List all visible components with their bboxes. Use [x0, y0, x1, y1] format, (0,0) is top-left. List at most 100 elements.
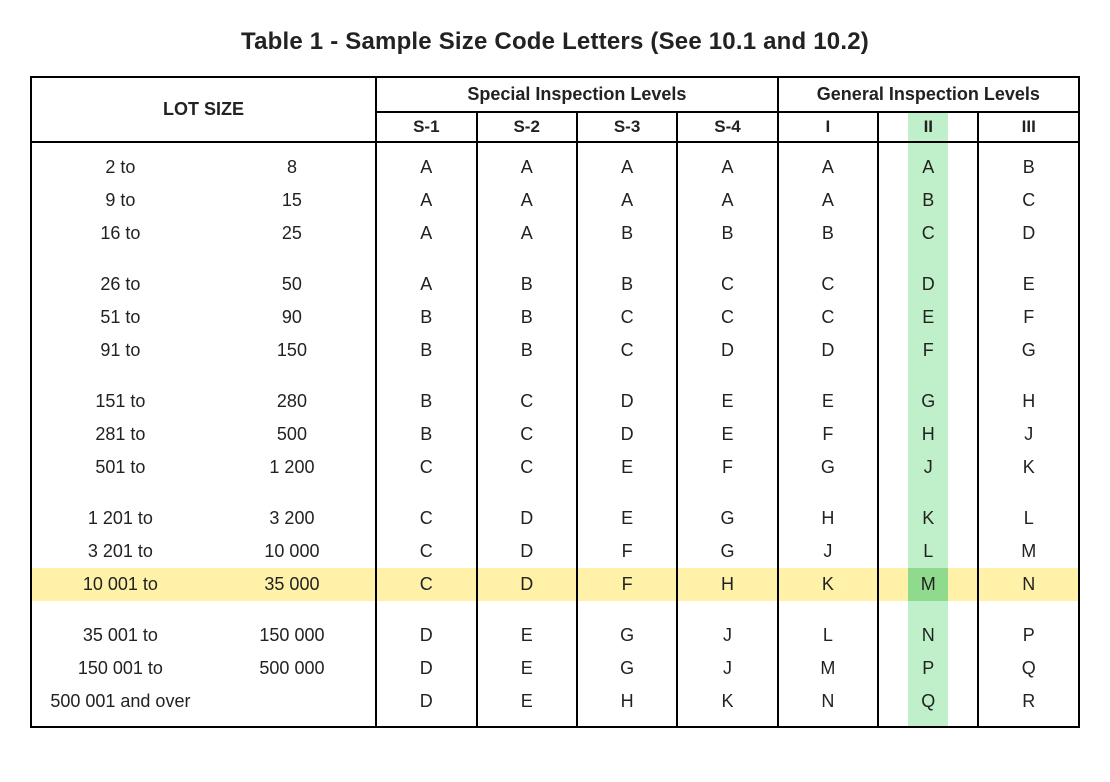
cell-g1: B	[778, 217, 878, 250]
cell-s3: B	[577, 217, 677, 250]
table-row: 26 to50ABBCCDE	[31, 250, 1079, 301]
lot-to: 150	[209, 334, 376, 367]
cell-g3: L	[978, 484, 1079, 535]
lot-from: 1 201 to	[31, 484, 209, 535]
lot-to: 15	[209, 184, 376, 217]
header-special-levels: Special Inspection Levels	[376, 77, 778, 112]
header-col-s2: S-2	[477, 112, 577, 142]
table-title: Table 1 - Sample Size Code Letters (See …	[30, 28, 1080, 56]
cell-g1: A	[778, 184, 878, 217]
cell-g1: H	[778, 484, 878, 535]
cell-s1: A	[376, 142, 476, 184]
lot-to: 3 200	[209, 484, 376, 535]
lot-from: 35 001 to	[31, 601, 209, 652]
header-col-i: I	[778, 112, 878, 142]
cell-s4: J	[677, 652, 777, 685]
cell-g3: M	[978, 535, 1079, 568]
cell-s3: E	[577, 484, 677, 535]
cell-s3: B	[577, 250, 677, 301]
cell-s2: A	[477, 142, 577, 184]
cell-g1: D	[778, 334, 878, 367]
lot-from: 51 to	[31, 301, 209, 334]
cell-g1: C	[778, 301, 878, 334]
lot-from: 501 to	[31, 451, 209, 484]
cell-s1: A	[376, 217, 476, 250]
sample-size-table: LOT SIZE Special Inspection Levels Gener…	[30, 76, 1080, 728]
lot-to: 10 000	[209, 535, 376, 568]
lot-to: 35 000	[209, 568, 376, 601]
cell-s4: C	[677, 250, 777, 301]
cell-g3: E	[978, 250, 1079, 301]
cell-s4: H	[677, 568, 777, 601]
table-row: 501 to1 200CCEFGJK	[31, 451, 1079, 484]
cell-g2: F	[878, 334, 978, 367]
lot-to: 1 200	[209, 451, 376, 484]
lot-to: 500 000	[209, 652, 376, 685]
header-general-levels: General Inspection Levels	[778, 77, 1079, 112]
cell-s4: D	[677, 334, 777, 367]
table-row: 9 to15AAAAABC	[31, 184, 1079, 217]
cell-s1: C	[376, 484, 476, 535]
cell-g3: H	[978, 367, 1079, 418]
table-row: 3 201 to10 000CDFGJLM	[31, 535, 1079, 568]
cell-s1: B	[376, 418, 476, 451]
cell-s4: B	[677, 217, 777, 250]
cell-g2: H	[878, 418, 978, 451]
table-row: 150 001 to500 000DEGJMPQ	[31, 652, 1079, 685]
cell-s3: D	[577, 418, 677, 451]
cell-g2: L	[878, 535, 978, 568]
cell-g3: J	[978, 418, 1079, 451]
lot-from: 9 to	[31, 184, 209, 217]
lot-to: 25	[209, 217, 376, 250]
lot-from: 91 to	[31, 334, 209, 367]
cell-s3: C	[577, 334, 677, 367]
cell-s3: H	[577, 685, 677, 727]
cell-s1: D	[376, 652, 476, 685]
lot-to: 8	[209, 142, 376, 184]
table-row: 500 001 and overDEHKNQR	[31, 685, 1079, 727]
cell-s1: C	[376, 568, 476, 601]
cell-g3: Q	[978, 652, 1079, 685]
cell-g3: R	[978, 685, 1079, 727]
cell-s1: D	[376, 685, 476, 727]
cell-s2: E	[477, 652, 577, 685]
cell-g1: K	[778, 568, 878, 601]
cell-g1: L	[778, 601, 878, 652]
header-col-s3: S-3	[577, 112, 677, 142]
table-row: 51 to90BBCCCEF	[31, 301, 1079, 334]
lot-from: 3 201 to	[31, 535, 209, 568]
cell-s1: B	[376, 301, 476, 334]
cell-g3: D	[978, 217, 1079, 250]
cell-s1: B	[376, 334, 476, 367]
cell-g2: Q	[878, 685, 978, 727]
cell-g3: P	[978, 601, 1079, 652]
cell-g3: N	[978, 568, 1079, 601]
cell-s4: E	[677, 418, 777, 451]
cell-g2: G	[878, 367, 978, 418]
table-body: 2 to8AAAAAAB9 to15AAAAABC16 to25AABBBCD2…	[31, 142, 1079, 727]
header-col-s1: S-1	[376, 112, 476, 142]
cell-g2: N	[878, 601, 978, 652]
cell-s4: A	[677, 184, 777, 217]
cell-s2: B	[477, 250, 577, 301]
lot-to: 50	[209, 250, 376, 301]
lot-from: 150 001 to	[31, 652, 209, 685]
cell-s3: D	[577, 367, 677, 418]
cell-s4: G	[677, 535, 777, 568]
lot-to: 90	[209, 301, 376, 334]
cell-s3: F	[577, 535, 677, 568]
cell-g3: C	[978, 184, 1079, 217]
cell-g2: M	[878, 568, 978, 601]
cell-s4: F	[677, 451, 777, 484]
header-col-s4: S-4	[677, 112, 777, 142]
cell-s3: E	[577, 451, 677, 484]
cell-s2: B	[477, 334, 577, 367]
cell-s4: E	[677, 367, 777, 418]
table-row: 151 to280BCDEEGH	[31, 367, 1079, 418]
cell-s1: A	[376, 184, 476, 217]
cell-g2: K	[878, 484, 978, 535]
cell-s3: G	[577, 601, 677, 652]
cell-s2: D	[477, 484, 577, 535]
cell-s1: C	[376, 451, 476, 484]
table-row: 281 to500BCDEFHJ	[31, 418, 1079, 451]
